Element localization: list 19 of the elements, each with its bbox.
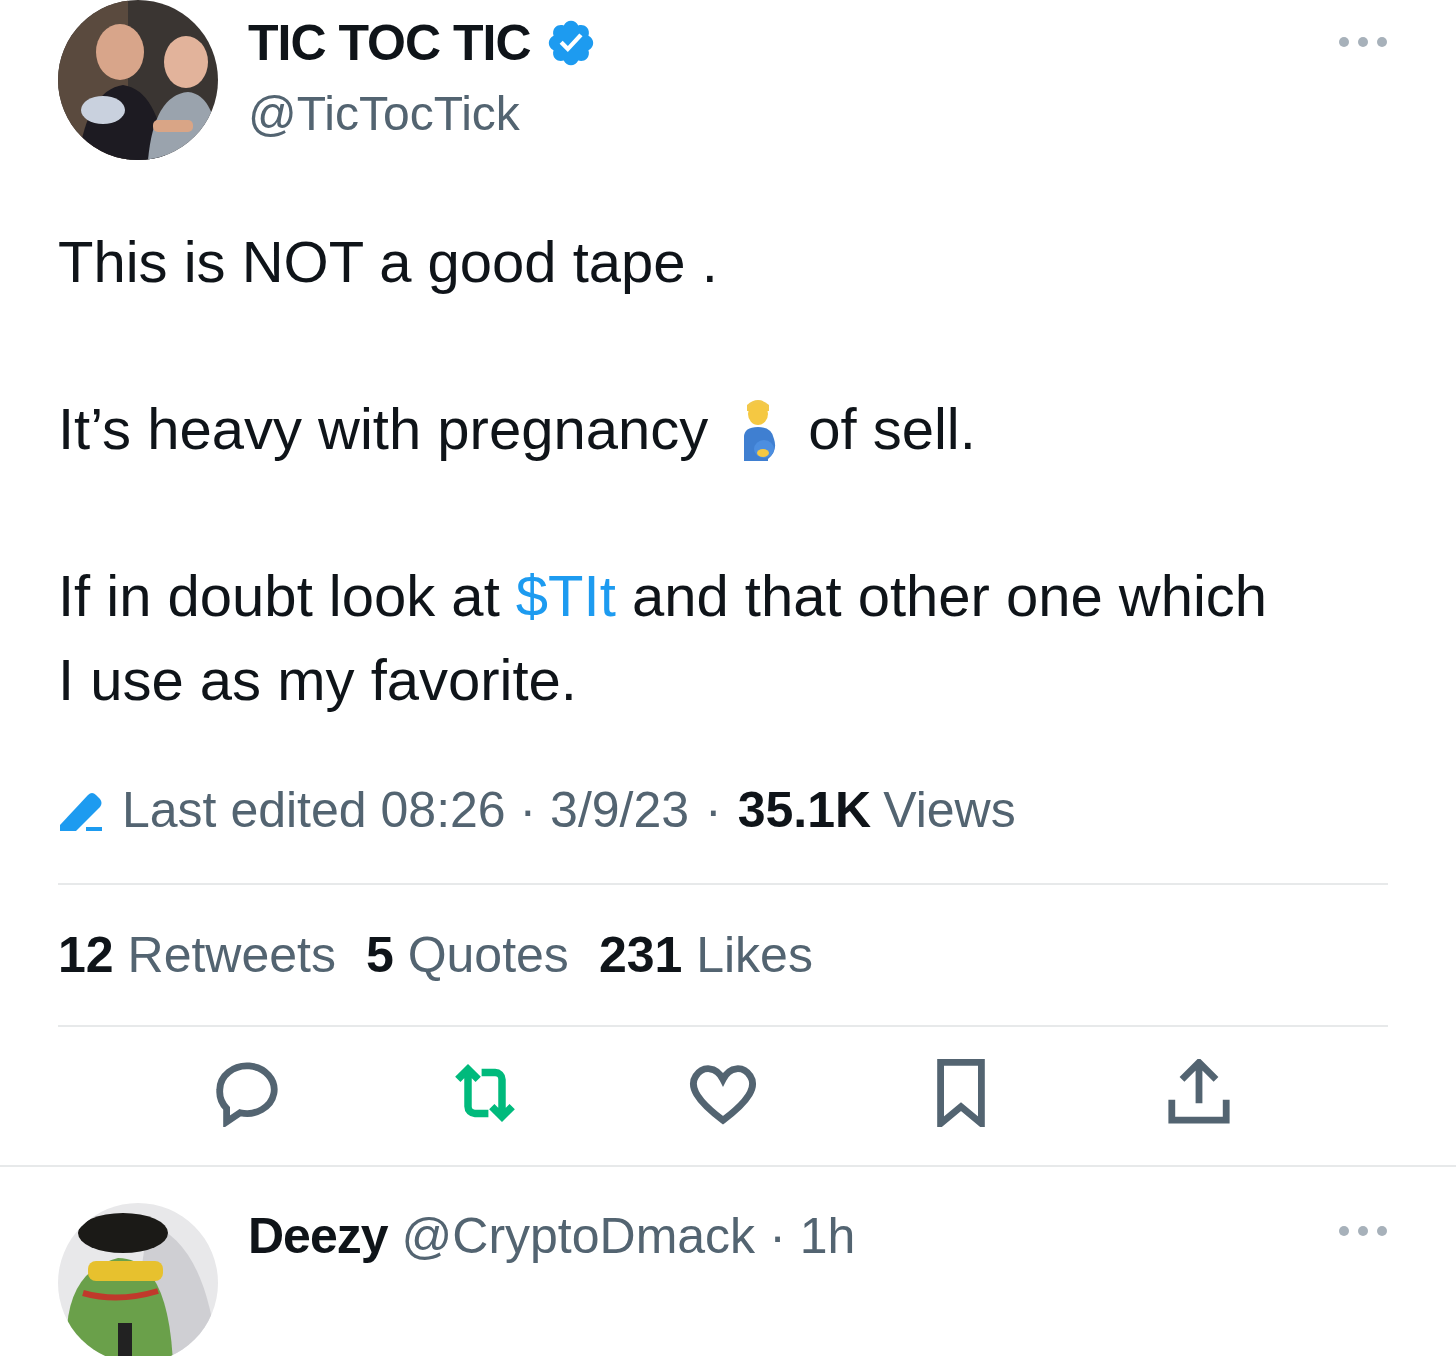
author-handle[interactable]: @CryptoDmack xyxy=(401,1207,756,1265)
separator-dot: · xyxy=(769,1207,786,1265)
author-name[interactable]: Deezy xyxy=(248,1207,388,1265)
post-time[interactable]: 1h xyxy=(799,1207,856,1265)
stat-link[interactable]: 12 Retweets xyxy=(58,926,336,984)
stat-link[interactable]: 231 Likes xyxy=(598,926,813,984)
author-name[interactable]: TIC TOC TIC xyxy=(248,14,531,72)
tweet-text: If in doubt look at $TIt and that other one which I use as my favorite. xyxy=(58,562,1269,714)
stat-link[interactable]: 5 Quotes xyxy=(365,926,569,984)
author-handle[interactable]: @TicTocTick xyxy=(248,86,1308,141)
share-icon[interactable] xyxy=(1165,1059,1233,1127)
views-label: Views xyxy=(883,781,1016,839)
view-count: 35.1K xyxy=(737,781,872,839)
separator-dot: · xyxy=(705,781,722,839)
edited-time[interactable]: Last edited 08:26 · 3/9/23 xyxy=(122,781,690,839)
tweet-text: of sell. xyxy=(808,395,976,463)
tweet-text: This is NOT a good tape . xyxy=(58,228,719,296)
tweet-text: It’s heavy with pregnancy xyxy=(58,395,709,463)
reply-icon[interactable] xyxy=(213,1059,281,1127)
